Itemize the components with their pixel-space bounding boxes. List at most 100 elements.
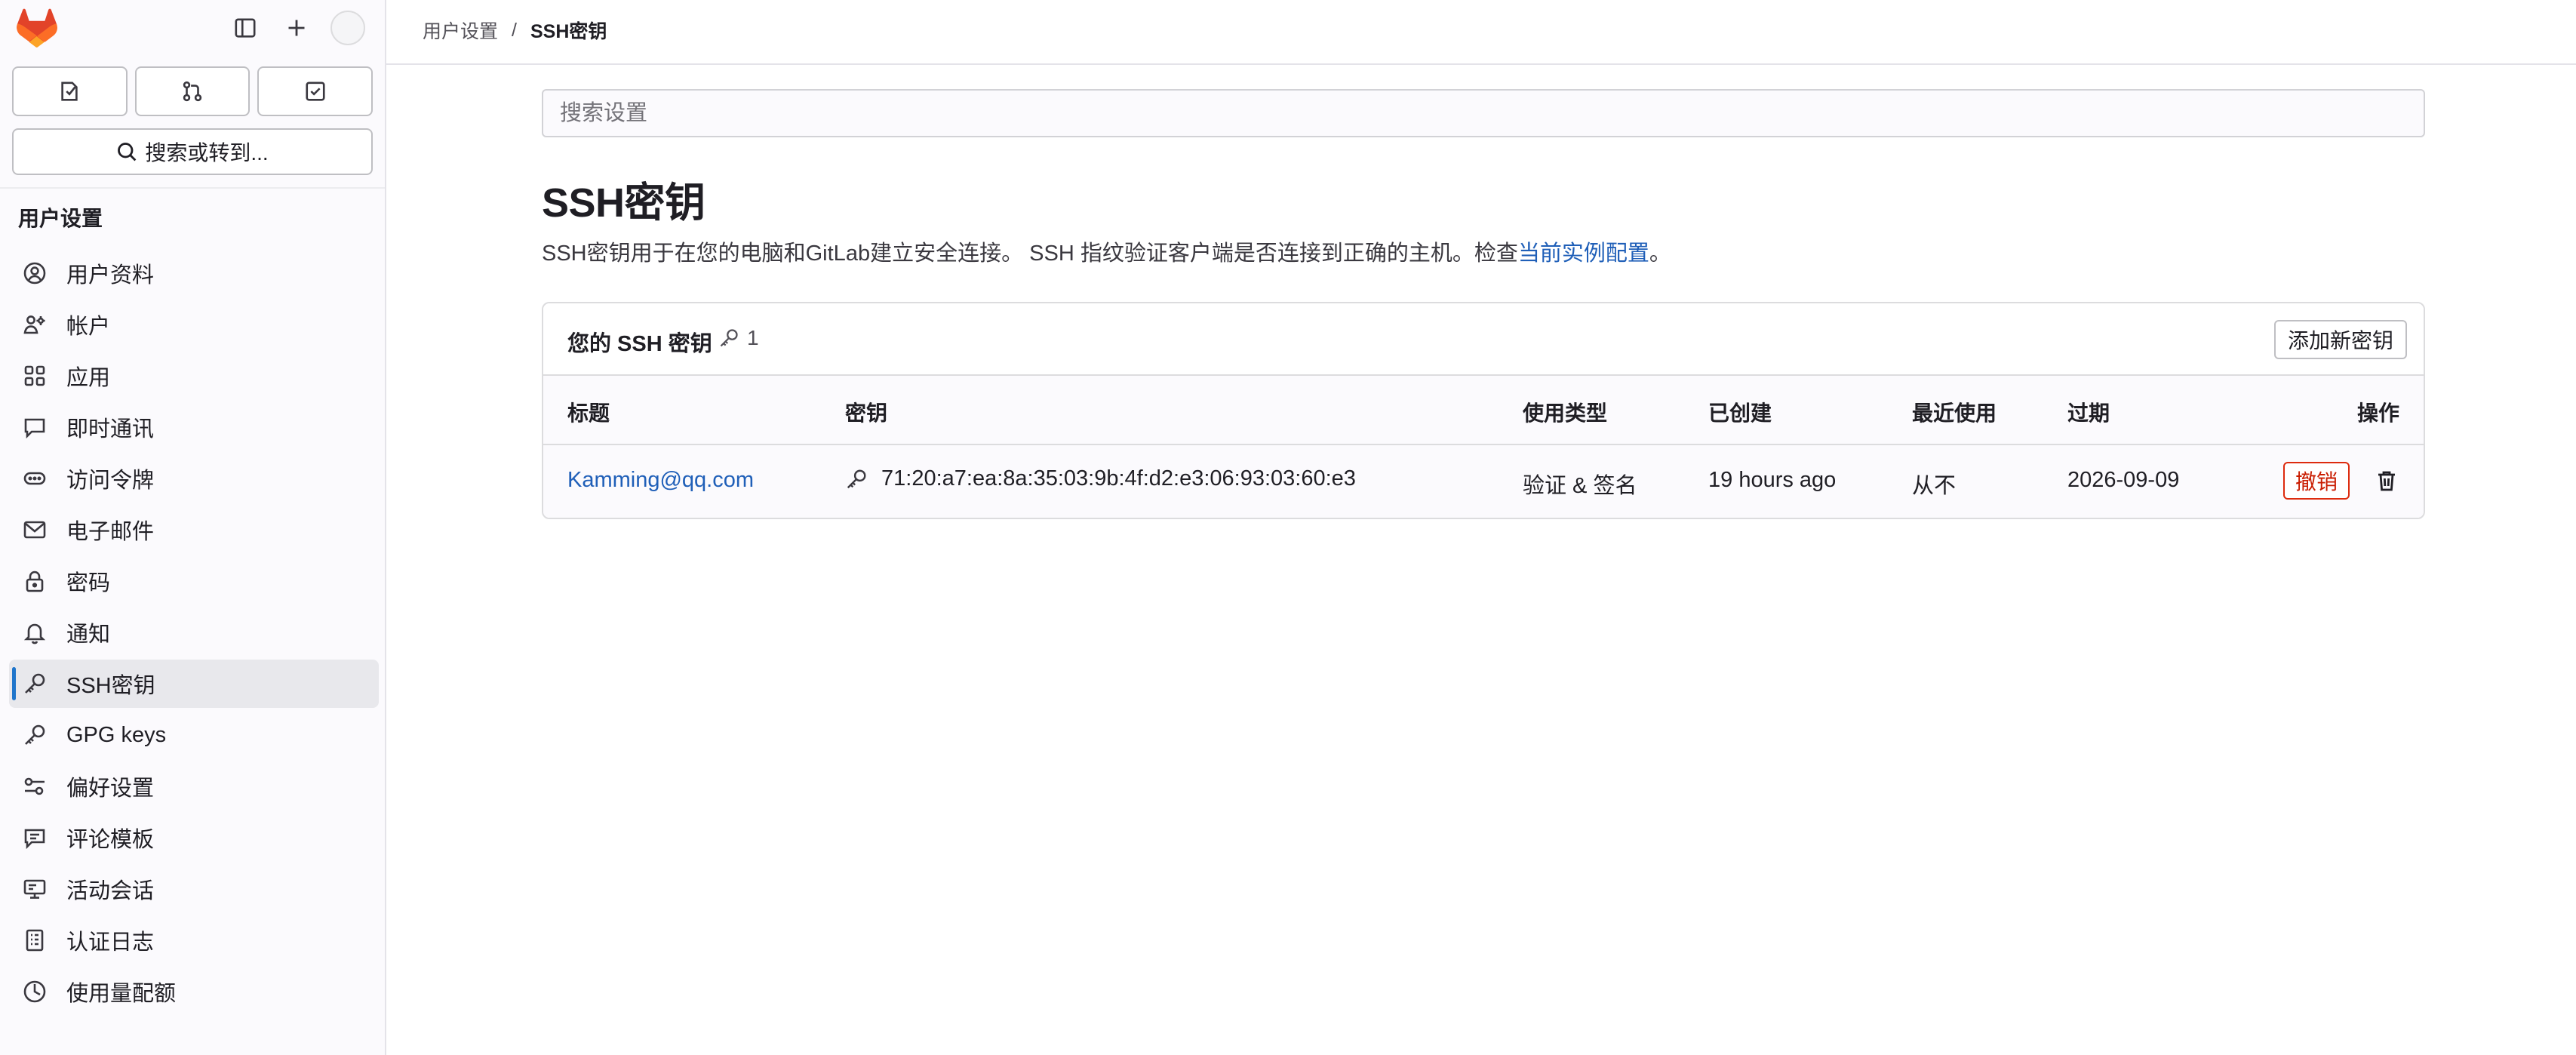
sidebar-item-label: 电子邮件: [66, 520, 155, 544]
key-usage-type: 验证 & 签名: [1523, 474, 1637, 498]
search-or-goto-button[interactable]: 搜索或转到...: [12, 128, 373, 175]
table-row: Kamming@qq.com 71:20:a7:ea:8a:35:03:9b:4…: [543, 445, 2424, 518]
revoke-button[interactable]: 撤销: [2283, 462, 2350, 500]
todos-button[interactable]: [257, 66, 373, 116]
comment-icon: [21, 414, 48, 441]
breadcrumb-separator: /: [512, 19, 517, 41]
column-header-key: 密钥: [845, 401, 888, 425]
sidebar-item-gpg-keys[interactable]: GPG keys: [9, 711, 379, 759]
sidebar-item-label: GPG keys: [66, 722, 167, 747]
search-icon: [118, 143, 137, 161]
quick-actions: [12, 66, 373, 116]
delete-key-button[interactable]: [2369, 463, 2404, 498]
sidebar-item-comment-templates[interactable]: 评论模板: [9, 814, 379, 862]
page-title: SSH密钥: [542, 180, 705, 226]
sidebar-item-notifications[interactable]: 通知: [9, 608, 379, 657]
sidebar-item-ssh-keys[interactable]: SSH密钥: [9, 660, 379, 708]
sidebar-item-label: 密码: [66, 571, 111, 595]
column-header-expires: 过期: [2067, 401, 2110, 425]
sidebar-item-label: 通知: [66, 623, 111, 647]
sidebar-divider: [0, 187, 385, 189]
add-new-key-button[interactable]: 添加新密钥: [2273, 320, 2407, 359]
sidebar-top-bar: [0, 0, 385, 59]
key-title-link[interactable]: Kamming@qq.com: [567, 468, 754, 492]
column-header-title: 标题: [567, 401, 610, 425]
sidebar-item-chat[interactable]: 即时通讯: [9, 403, 379, 451]
sidebar-item-usage-quotas[interactable]: 使用量配额: [9, 967, 379, 1016]
sidebar-item-preferences[interactable]: 偏好设置: [9, 762, 379, 810]
sidebar-item-label: 帐户: [66, 315, 111, 339]
trash-icon: [2378, 471, 2395, 491]
search-settings-input[interactable]: [542, 89, 2425, 137]
lock-icon: [21, 567, 48, 595]
profile-icon: [21, 260, 48, 287]
bell-icon: [21, 619, 48, 646]
sidebar: 搜索或转到... 用户设置 用户资料 帐户 应用 即时通讯 访问令牌 电子邮件: [0, 0, 386, 1055]
sidebar-item-label: 即时通讯: [66, 417, 155, 441]
sidebar-item-account[interactable]: 帐户: [9, 300, 379, 349]
column-header-actions: 操作: [2356, 401, 2399, 425]
monitor-icon: [21, 875, 48, 903]
token-icon: [21, 465, 48, 492]
merge-requests-button[interactable]: [134, 66, 251, 116]
key-icon: [720, 329, 738, 347]
sidebar-item-password[interactable]: 密码: [9, 557, 379, 605]
page-description: SSH密钥用于在您的电脑和GitLab建立安全连接。 SSH 指纹验证客户端是否…: [542, 235, 1671, 267]
breadcrumb-user-settings[interactable]: 用户设置: [423, 17, 498, 44]
quota-icon: [21, 978, 48, 1005]
sidebar-heading: 用户设置: [18, 207, 103, 230]
merge-request-icon: [183, 81, 202, 102]
issues-icon: [61, 82, 78, 101]
mail-icon: [21, 516, 48, 543]
key-count: 1: [718, 326, 759, 350]
top-bar: 用户设置 / SSH密钥: [386, 0, 2576, 65]
key-icon: [21, 670, 48, 697]
sidebar-item-applications[interactable]: 应用: [9, 352, 379, 400]
sidebar-item-label: 用户资料: [66, 263, 155, 288]
key-last-used: 从不: [1912, 474, 1957, 498]
sidebar-toggle-icon[interactable]: [228, 11, 263, 45]
sidebar-item-label: 使用量配额: [66, 982, 177, 1006]
description-end: 。: [1649, 241, 1671, 266]
description-text: SSH密钥用于在您的电脑和GitLab建立安全连接。 SSH 指纹验证客户端是否…: [542, 241, 1518, 266]
sidebar-item-authentication-log[interactable]: 认证日志: [9, 916, 379, 964]
instance-config-link[interactable]: 当前实例配置: [1518, 241, 1649, 266]
log-icon: [21, 927, 48, 954]
table-header: 标题 密钥 使用类型 已创建 最近使用 过期 操作: [543, 376, 2424, 445]
plus-icon[interactable]: [279, 11, 314, 45]
column-header-usage: 使用类型: [1523, 401, 1608, 425]
sidebar-item-access-tokens[interactable]: 访问令牌: [9, 454, 379, 503]
sidebar-item-active-sessions[interactable]: 活动会话: [9, 865, 379, 913]
sidebar-item-label: 活动会话: [66, 879, 155, 903]
search-button-label: 搜索或转到...: [145, 141, 269, 165]
card-title: 您的 SSH 密钥: [567, 332, 712, 356]
key-icon: [847, 469, 866, 488]
key-created: 19 hours ago: [1708, 468, 1837, 492]
key-title-cell: Kamming@qq.com: [567, 468, 754, 493]
issues-button[interactable]: [12, 66, 128, 116]
preferences-icon: [21, 773, 48, 800]
gitlab-logo-icon[interactable]: [17, 8, 57, 48]
breadcrumb-current[interactable]: SSH密钥: [530, 17, 607, 44]
account-icon: [21, 311, 48, 338]
sidebar-item-label: 访问令牌: [66, 469, 155, 493]
ssh-keys-card: 您的 SSH 密钥 1 添加新密钥 标题 密钥 使用类型 已创建 最近使用 过期…: [542, 302, 2425, 519]
key-expires: 2026-09-09: [2067, 468, 2180, 492]
key-fingerprint: 71:20:a7:ea:8a:35:03:9b:4f:d2:e3:06:93:0…: [881, 466, 1356, 491]
sidebar-item-label: SSH密钥: [66, 674, 155, 698]
column-header-created: 已创建: [1708, 401, 1772, 425]
card-header: 您的 SSH 密钥 1 添加新密钥: [543, 303, 2424, 376]
sidebar-item-label: 评论模板: [66, 828, 155, 852]
sidebar-nav: 用户资料 帐户 应用 即时通讯 访问令牌 电子邮件 密码 通知 SSH密钥 GP…: [9, 249, 379, 1019]
comment-template-icon: [21, 824, 48, 851]
breadcrumb: 用户设置 / SSH密钥: [423, 17, 607, 44]
key-count-value: 1: [747, 326, 759, 349]
todo-icon: [306, 82, 325, 101]
sidebar-item-profile[interactable]: 用户资料: [9, 249, 379, 297]
sidebar-item-label: 偏好设置: [66, 777, 155, 801]
sidebar-item-label: 应用: [66, 366, 111, 390]
applications-icon: [21, 362, 48, 389]
sidebar-item-emails[interactable]: 电子邮件: [9, 506, 379, 554]
sidebar-item-label: 认证日志: [66, 930, 155, 955]
avatar[interactable]: [330, 11, 365, 45]
